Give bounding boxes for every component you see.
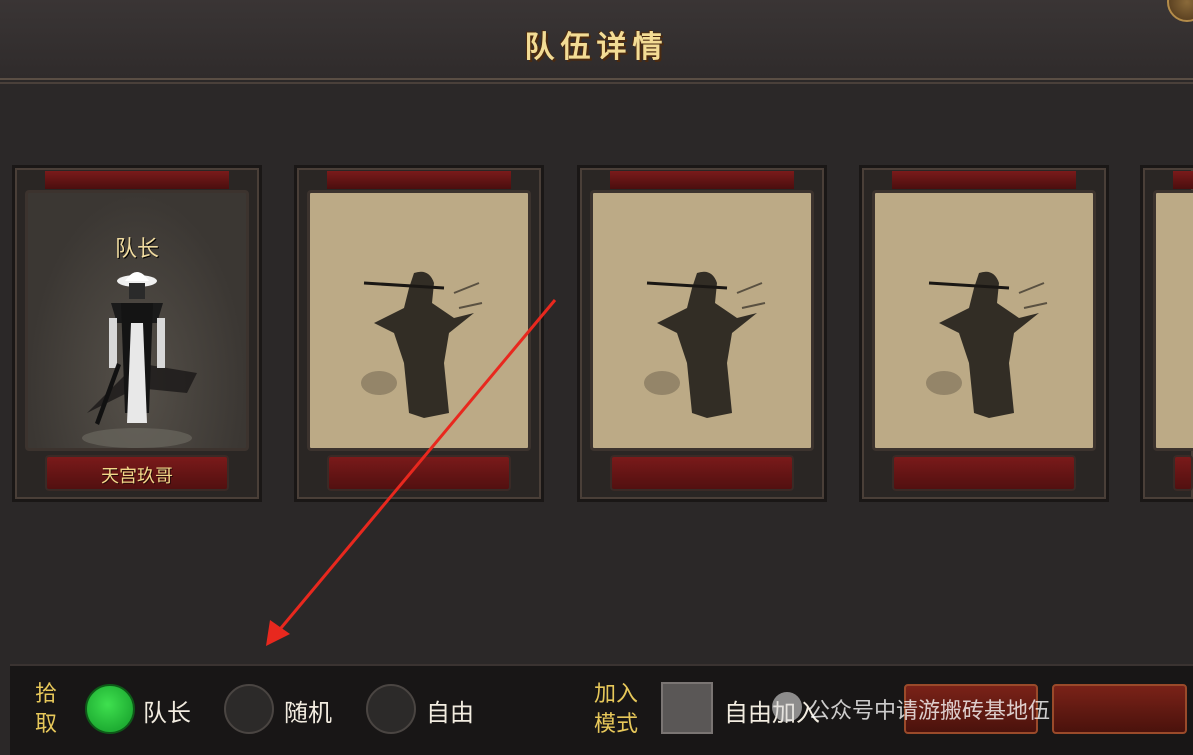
member-card-empty[interactable] [577,165,827,502]
pickup-option-label: 自由 [426,699,474,727]
ink-silhouette-icon [361,271,483,418]
card-top-bar [45,171,229,189]
pickup-option-label: 随机 [284,699,332,727]
header-bar: 队伍详情 [0,0,1193,84]
card-portrait [1153,190,1193,451]
card-portrait [872,190,1096,451]
free-join-checkbox[interactable] [661,682,713,734]
card-name-bar [327,455,511,491]
pickup-option-label: 队长 [143,699,191,727]
card-portrait [307,190,531,451]
ink-silhouette-icon [644,271,766,418]
pickup-radio-random[interactable] [224,684,274,734]
member-name: 天宫玖哥 [101,466,173,487]
card-name-bar [610,455,794,491]
card-top-bar [1173,171,1193,189]
card-top-bar [892,171,1076,189]
action-button-right[interactable] [1052,684,1187,734]
card-role-label: 队长 [114,237,159,262]
ink-silhouette-icon [926,271,1048,418]
card-name-bar [892,455,1076,491]
close-button[interactable] [1167,0,1193,22]
card-name-bar: 天宫玖哥 [45,455,229,491]
card-top-bar [610,171,794,189]
character-avatar [82,272,197,448]
page-title: 队伍详情 [524,30,669,65]
card-portrait [590,190,814,451]
card-name-bar [1173,455,1193,491]
join-mode-label: 加入模式 [593,682,638,737]
member-card-empty[interactable] [1140,165,1193,502]
pickup-radio-leader[interactable] [85,684,135,734]
member-card-empty[interactable] [859,165,1109,502]
card-top-bar [327,171,511,189]
member-card-leader[interactable]: 队长 天宫玖哥 [12,165,262,502]
card-portrait: 队长 [25,190,249,451]
member-card-empty[interactable] [294,165,544,502]
pickup-label: 拾取 [34,682,57,737]
pickup-radio-free[interactable] [366,684,416,734]
watermark-text: 公众号中请游搬砖基地伍 [808,699,1051,724]
wechat-icon [772,692,802,722]
